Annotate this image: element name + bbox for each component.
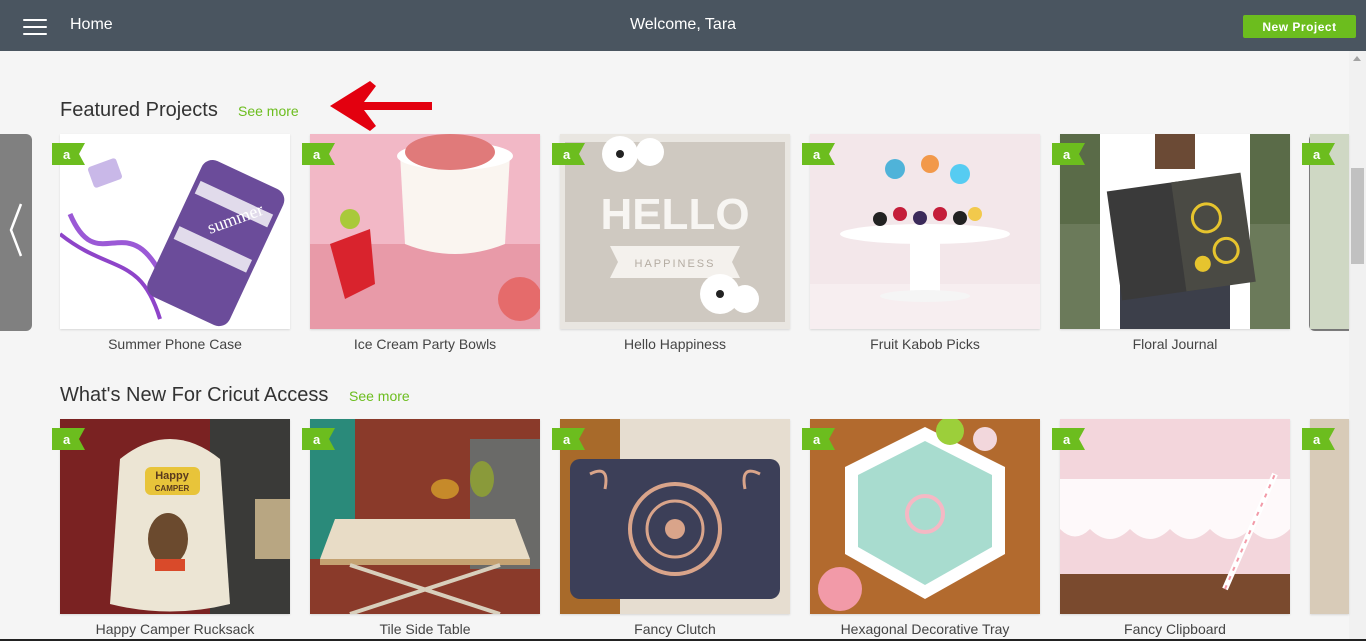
access-badge-icon: a [552,428,585,450]
rucksack-text-1: Happy [155,470,190,482]
tile-side-table-image [310,419,540,614]
project-card-ice-cream-party-bowls[interactable] [310,134,540,329]
fancy-clutch-image [560,419,790,614]
card-label[interactable]: Ice Cream Party Bowls [310,336,540,352]
chevron-left-icon [9,203,23,257]
red-arrow-annotation [330,81,432,131]
svg-text:a: a [813,147,821,162]
access-badge-icon: a [1052,428,1085,450]
access-badge-icon: a [52,428,85,450]
access-badge-icon: a [1302,143,1335,165]
featured-projects-title: Featured Projects [60,99,218,121]
whats-new-title: What's New For Cricut Access [60,384,329,406]
scrollbar-track[interactable] [1349,51,1366,639]
card-label[interactable]: Floral Journal [1060,336,1290,352]
access-badge-icon: a [802,428,835,450]
svg-text:a: a [63,147,71,162]
svg-text:a: a [563,147,571,162]
scroll-up-icon[interactable] [1353,56,1361,61]
floral-journal-image [1060,134,1290,329]
project-card-hello-happiness[interactable]: HELLO HAPPINESS [560,134,790,329]
rucksack-image: Happy CAMPER [60,419,290,614]
svg-text:a: a [313,432,321,447]
svg-text:a: a [1313,147,1321,162]
hello-sign-text: HELLO [600,190,749,239]
svg-text:a: a [813,432,821,447]
access-badge-icon: a [1302,428,1335,450]
access-badge-icon: a [1052,143,1085,165]
svg-text:a: a [1063,432,1071,447]
project-card-hexagonal-decorative-tray[interactable] [810,419,1040,614]
access-badge-icon: a [52,143,85,165]
card-label[interactable]: Fancy Clutch [560,621,790,637]
welcome-text: Welcome, Tara [629,16,737,33]
svg-text:a: a [1313,432,1321,447]
access-badge-icon: a [552,143,585,165]
project-card-floral-journal[interactable] [1060,134,1290,329]
hello-happiness-image: HELLO HAPPINESS [560,134,790,329]
whats-new-see-more-link[interactable]: See more [349,388,410,404]
card-label[interactable]: Hello Happiness [560,336,790,352]
project-card-fancy-clutch[interactable] [560,419,790,614]
svg-text:a: a [563,432,571,447]
card-label[interactable]: Fruit Kabob Picks [810,336,1040,352]
card-label[interactable]: Fancy Clipboard [1060,621,1290,637]
summer-phone-case-image: summer [60,134,290,329]
access-badge-icon: a [802,143,835,165]
project-card-happy-camper-rucksack[interactable]: Happy CAMPER [60,419,290,614]
project-card-fruit-kabob-picks[interactable] [810,134,1040,329]
fruit-kabob-image [810,134,1040,329]
svg-text:a: a [63,432,71,447]
hello-sign-subtext: HAPPINESS [635,258,716,270]
hexagonal-tray-image [810,419,1040,614]
carousel-prev-button[interactable] [0,134,32,331]
scrollbar-thumb[interactable] [1351,168,1364,264]
ice-cream-bowls-image [310,134,540,329]
svg-text:a: a [1063,147,1071,162]
card-label[interactable]: Hexagonal Decorative Tray [810,621,1040,637]
card-label[interactable]: Happy Camper Rucksack [60,621,290,637]
fancy-clipboard-image [1060,419,1290,614]
card-label[interactable]: Tile Side Table [310,621,540,637]
card-label[interactable]: Summer Phone Case [60,336,290,352]
svg-text:a: a [313,147,321,162]
new-project-button[interactable]: New Project [1243,15,1356,38]
access-badge-icon: a [302,428,335,450]
project-card-tile-side-table[interactable] [310,419,540,614]
menu-icon[interactable] [23,17,47,35]
featured-see-more-link[interactable]: See more [238,103,299,119]
home-link[interactable]: Home [70,16,113,34]
project-card-summer-phone-case[interactable]: summer [60,134,290,329]
project-card-fancy-clipboard[interactable] [1060,419,1290,614]
top-bar: Home Welcome, Tara New Project [0,0,1366,51]
access-badge-icon: a [302,143,335,165]
rucksack-text-2: CAMPER [155,484,190,493]
